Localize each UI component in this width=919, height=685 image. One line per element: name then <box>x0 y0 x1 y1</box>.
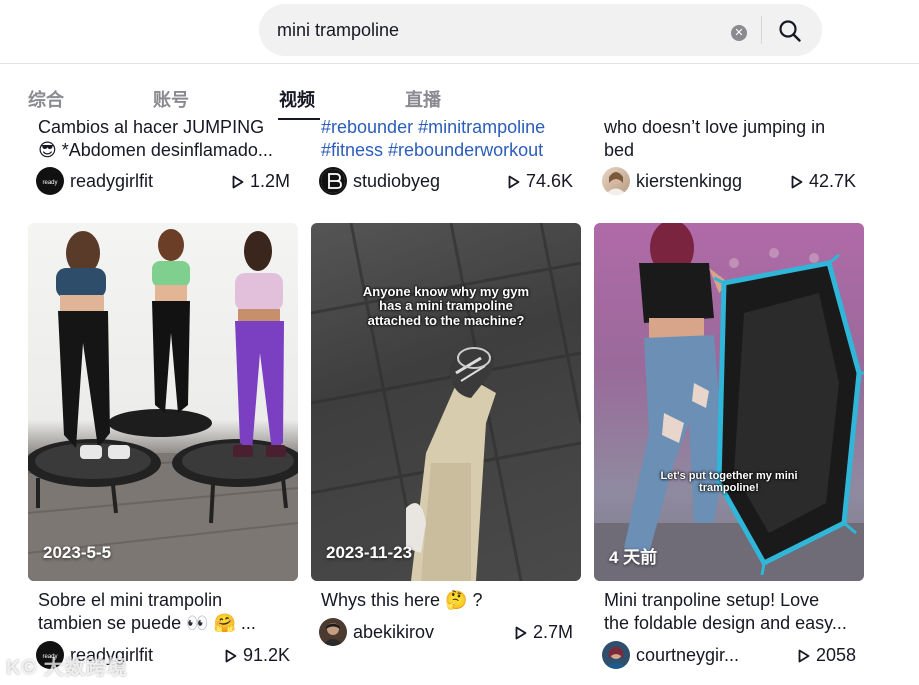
active-tab-indicator <box>278 118 320 120</box>
search-icon[interactable] <box>775 16 805 46</box>
video-meta: ready readygirlfit 1.2M <box>36 167 298 195</box>
hashtags[interactable]: #fitness #rebounderworkout <box>321 140 543 160</box>
view-count-value: 1.2M <box>249 171 290 191</box>
video-overlay-text: Let's put together my mini trampoline! <box>660 470 798 495</box>
video-caption-line2[interactable]: tambien se puede 👀 🤗 ... <box>38 612 293 635</box>
search-bar: ✕ <box>259 4 822 56</box>
author-name[interactable]: readygirlfit <box>70 171 153 192</box>
video-thumbnail[interactable]: Let's put together my mini trampoline! 4… <box>594 223 864 581</box>
view-count-value: 2.7M <box>532 622 573 642</box>
play-icon <box>225 649 237 662</box>
thumbnail-image <box>311 223 581 581</box>
view-count: 91.2K <box>225 645 290 666</box>
author-name[interactable]: courtneygir... <box>636 645 739 666</box>
play-icon <box>798 649 810 662</box>
avatar[interactable] <box>319 618 347 646</box>
avatar[interactable] <box>602 641 630 669</box>
view-count-value: 74.6K <box>525 171 573 191</box>
video-caption-line2[interactable]: the foldable design and easy... <box>604 612 859 635</box>
hashtags[interactable]: #rebounder #minitrampoline <box>321 117 545 137</box>
video-caption[interactable]: Sobre el mini trampolin <box>38 589 293 612</box>
view-count: 2.7M <box>515 622 573 643</box>
tab-accounts[interactable]: 账号 <box>153 86 189 112</box>
video-caption-line2[interactable]: bed <box>604 139 859 162</box>
view-count: 1.2M <box>232 171 290 192</box>
video-overlay-text: Anyone know why my gym has a mini trampo… <box>362 284 530 328</box>
video-date: 2023-11-23 <box>326 543 413 562</box>
view-count: 42.7K <box>791 171 856 192</box>
video-caption-line2[interactable]: #fitness #rebounderworkout <box>321 139 576 162</box>
video-caption[interactable]: Mini tranpoline setup! Love <box>604 589 859 612</box>
video-meta: abekikirov 2.7M <box>319 618 581 646</box>
video-meta: courtneygir... 2058 <box>602 641 864 669</box>
video-thumbnail[interactable]: 2023-5-5 <box>28 223 298 581</box>
video-date: 2023-5-5 <box>43 543 112 562</box>
view-count-value: 42.7K <box>808 171 856 191</box>
video-caption-line2[interactable]: 😎 *Abdomen desinflamado... <box>38 139 293 162</box>
tab-general[interactable]: 综合 <box>28 86 64 112</box>
view-count: 74.6K <box>508 171 573 192</box>
video-meta: studiobyeg 74.6K <box>319 167 581 195</box>
watermark: K© 大数跨境 <box>6 657 128 679</box>
thumbnail-image <box>28 229 298 581</box>
video-thumbnail[interactable]: Anyone know why my gym has a mini trampo… <box>311 223 581 581</box>
tab-live[interactable]: 直播 <box>405 86 441 112</box>
header-bar: ✕ <box>0 0 919 64</box>
search-input[interactable] <box>277 18 717 42</box>
avatar[interactable] <box>319 167 347 195</box>
video-caption[interactable]: Whys this here 🤔 ? <box>321 589 576 612</box>
search-tabs: 综合 账号 视频 直播 <box>0 64 919 120</box>
author-name[interactable]: kierstenkingg <box>636 171 742 192</box>
video-meta: kierstenkingg 42.7K <box>602 167 864 195</box>
view-count: 2058 <box>798 645 856 666</box>
view-count-value: 2058 <box>815 645 856 665</box>
play-icon <box>508 175 520 188</box>
view-count-value: 91.2K <box>242 645 290 665</box>
svg-text:ready: ready <box>42 180 57 186</box>
clear-icon[interactable]: ✕ <box>731 25 747 41</box>
author-name[interactable]: studiobyeg <box>353 171 440 192</box>
play-icon <box>791 175 803 188</box>
play-icon <box>515 626 527 639</box>
thumbnail-image <box>594 223 864 581</box>
author-name[interactable]: abekikirov <box>353 622 434 643</box>
search-divider <box>761 16 762 44</box>
video-date: 4 天前 <box>609 548 658 567</box>
avatar[interactable]: ready <box>36 167 64 195</box>
avatar[interactable] <box>602 167 630 195</box>
play-icon <box>232 175 244 188</box>
tab-videos[interactable]: 视频 <box>279 86 315 112</box>
